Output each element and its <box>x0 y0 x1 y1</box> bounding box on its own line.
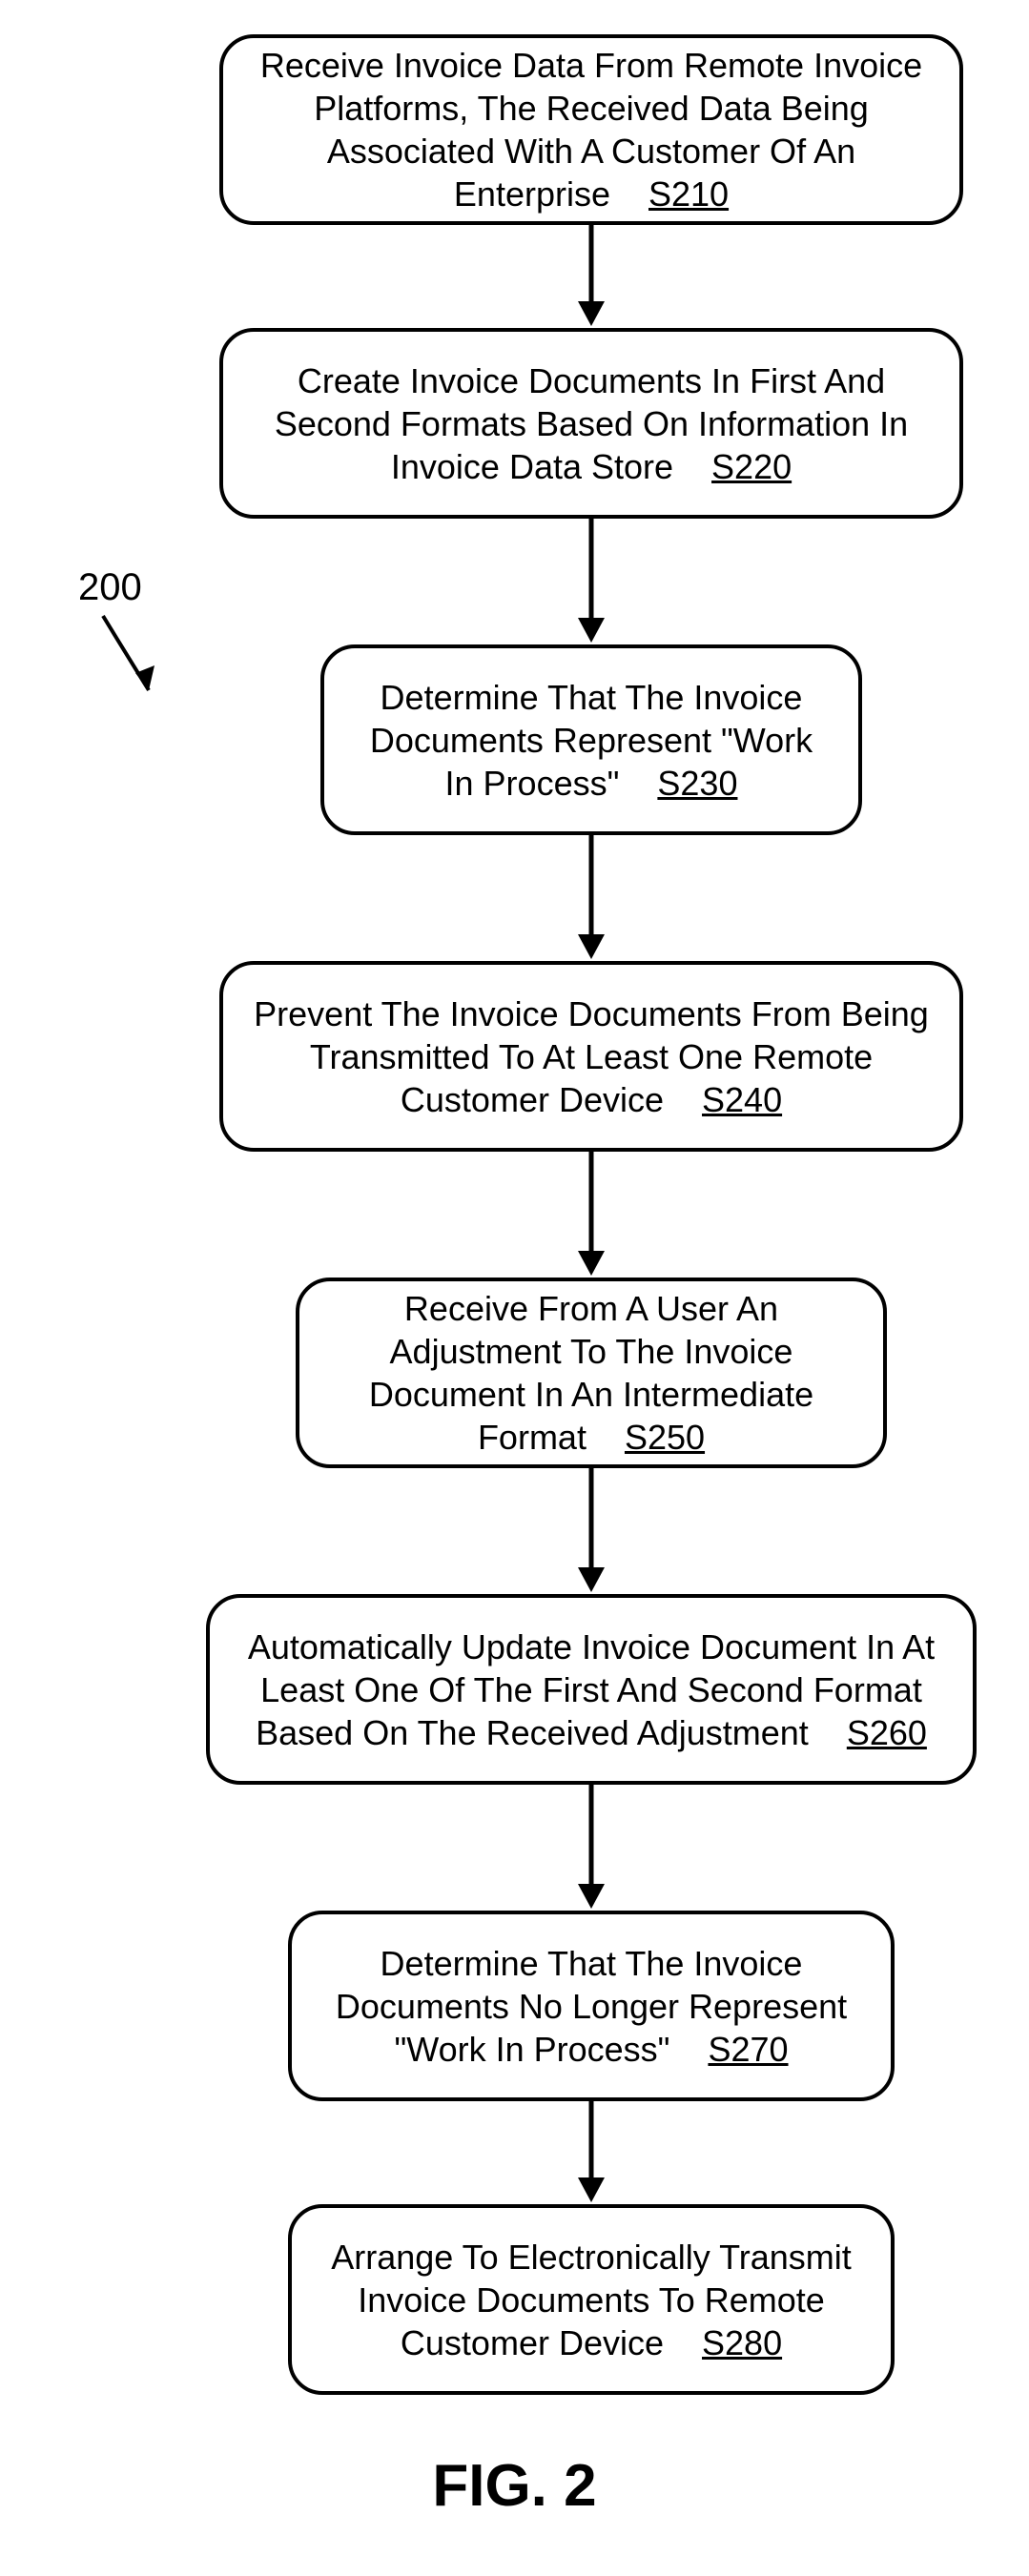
flow-step-s240: Prevent The Invoice Documents From Being… <box>219 961 963 1152</box>
flow-step-body: Receive Invoice Data From Remote Invoice… <box>260 46 922 214</box>
flow-step-code: S240 <box>702 1078 782 1121</box>
flow-step-text: Determine That The Invoice Documents Rep… <box>353 676 830 805</box>
flow-step-s220: Create Invoice Documents In First And Se… <box>219 328 963 519</box>
arrow-head-icon <box>578 301 605 326</box>
flow-step-body: Automatically Update Invoice Document In… <box>248 1627 935 1752</box>
reference-number-text: 200 <box>78 566 142 608</box>
flow-step-code: S220 <box>711 445 792 488</box>
flow-step-text: Receive Invoice Data From Remote Invoice… <box>252 44 931 215</box>
reference-number: 200 <box>78 566 142 609</box>
flow-step-code: S260 <box>847 1711 927 1754</box>
figure-label: FIG. 2 <box>0 2452 1029 2520</box>
arrow-down-icon <box>587 835 595 938</box>
flow-step-s250: Receive From A User An Adjustment To The… <box>296 1278 887 1468</box>
arrow-head-icon <box>578 2177 605 2202</box>
arrow-down-icon <box>587 225 595 305</box>
flow-step-code: S210 <box>648 173 729 215</box>
flow-step-s260: Automatically Update Invoice Document In… <box>206 1594 977 1785</box>
flow-step-text: Automatically Update Invoice Document In… <box>238 1625 944 1754</box>
flow-step-text: Determine That The Invoice Documents No … <box>320 1942 862 2071</box>
flow-step-body: Create Invoice Documents In First And Se… <box>275 361 908 486</box>
reference-arrow <box>92 612 168 704</box>
arrow-down-icon <box>587 2101 595 2181</box>
arrow-head-icon <box>578 618 605 643</box>
flow-step-s280: Arrange To Electronically Transmit Invoi… <box>288 2204 895 2395</box>
arrow-head-icon <box>578 1884 605 1909</box>
arrow-down-icon <box>587 519 595 622</box>
flow-step-body: Prevent The Invoice Documents From Being… <box>254 994 929 1119</box>
flow-step-code: S270 <box>708 2028 788 2071</box>
flow-step-text: Arrange To Electronically Transmit Invoi… <box>320 2236 862 2364</box>
arrow-head-icon <box>578 1251 605 1276</box>
flow-step-code: S280 <box>702 2321 782 2364</box>
arrow-head-icon <box>578 934 605 959</box>
flow-step-code: S250 <box>625 1416 705 1459</box>
flow-step-text: Create Invoice Documents In First And Se… <box>252 359 931 488</box>
flow-step-s270: Determine That The Invoice Documents No … <box>288 1911 895 2101</box>
flow-step-s210: Receive Invoice Data From Remote Invoice… <box>219 34 963 225</box>
flow-step-code: S230 <box>657 762 737 805</box>
flow-step-text: Prevent The Invoice Documents From Being… <box>252 992 931 1121</box>
flow-step-text: Receive From A User An Adjustment To The… <box>328 1287 854 1459</box>
figure-label-text: FIG. 2 <box>432 2453 596 2519</box>
flow-step-s230: Determine That The Invoice Documents Rep… <box>320 644 862 835</box>
arrow-down-icon <box>587 1468 595 1571</box>
flow-step-body: Determine That The Invoice Documents Rep… <box>370 678 813 803</box>
arrow-down-icon <box>587 1152 595 1255</box>
arrow-down-icon <box>587 1785 595 1888</box>
flow-step-body: Receive From A User An Adjustment To The… <box>369 1289 813 1457</box>
arrow-head-icon <box>578 1567 605 1592</box>
